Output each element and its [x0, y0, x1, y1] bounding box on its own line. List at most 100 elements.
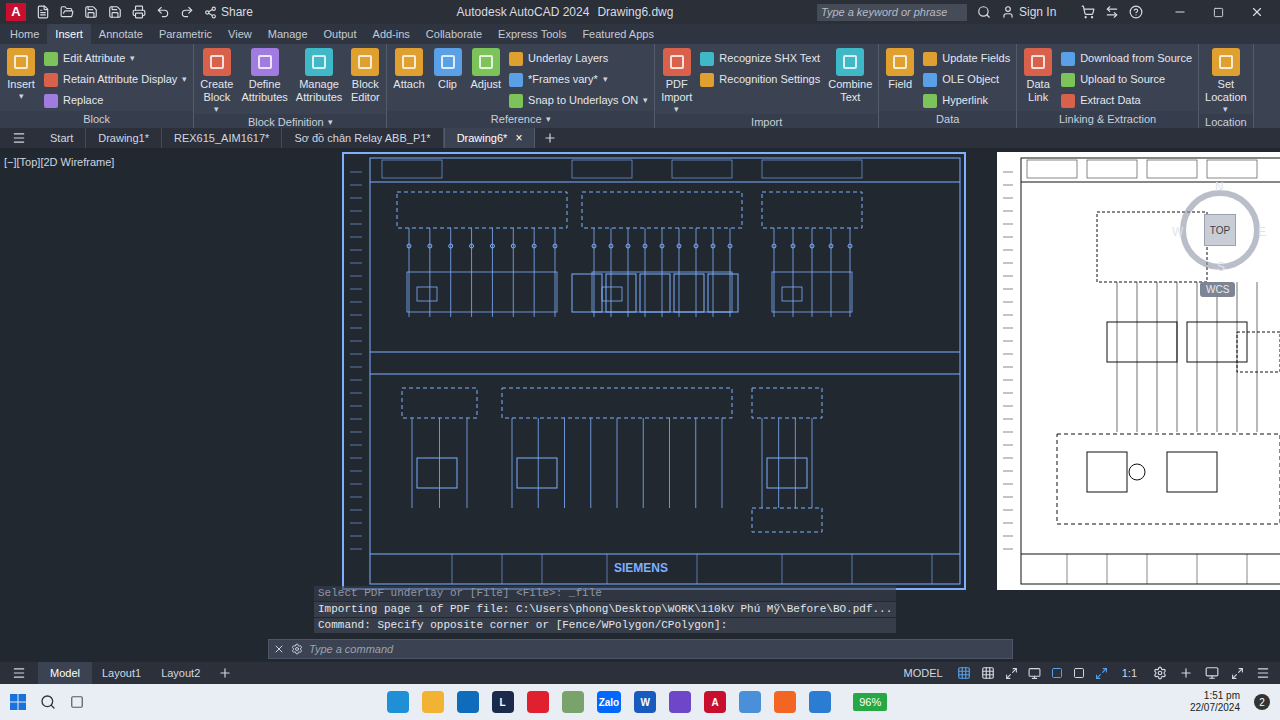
- minimize-icon[interactable]: [1173, 5, 1187, 19]
- ribbon-panel-label[interactable]: Import: [655, 114, 878, 128]
- ribbon-small-button[interactable]: Underlay Layers: [509, 48, 648, 69]
- ribbon-tab[interactable]: Output: [316, 24, 365, 44]
- taskbar-app[interactable]: [457, 691, 479, 713]
- ribbon-large-button[interactable]: CreateBlock▾: [196, 48, 237, 114]
- cart-icon[interactable]: [1081, 5, 1095, 19]
- file-tab[interactable]: Drawing6*×: [444, 128, 536, 148]
- drawing-viewport[interactable]: [−][Top][2D Wireframe]SIEMENSTOPNSEWWCSS…: [0, 148, 1280, 662]
- maximize-icon[interactable]: [1213, 7, 1224, 18]
- ribbon-panel-label[interactable]: Block: [0, 111, 193, 128]
- file-tab[interactable]: Start: [38, 128, 86, 148]
- taskbar-app[interactable]: W: [634, 691, 656, 713]
- ribbon-small-button[interactable]: Snap to Underlays ON▾: [509, 90, 648, 111]
- ortho-icon[interactable]: [1005, 667, 1018, 680]
- battery-indicator[interactable]: 96%: [853, 693, 887, 711]
- file-tabs-menu-icon[interactable]: [12, 131, 26, 145]
- redo-icon[interactable]: [180, 5, 194, 19]
- ribbon-panel-label[interactable]: Linking & Extraction: [1017, 111, 1198, 128]
- polar-icon[interactable]: [1028, 667, 1041, 680]
- ribbon-large-button[interactable]: PDFImport▾: [657, 48, 696, 114]
- grid-icon[interactable]: [957, 666, 971, 680]
- command-line[interactable]: Type a command: [268, 639, 1013, 659]
- selection-icon[interactable]: [1073, 667, 1085, 679]
- ribbon-tab[interactable]: Collaborate: [418, 24, 490, 44]
- ribbon-large-button[interactable]: Adjust: [467, 48, 506, 91]
- ribbon-tab[interactable]: Annotate: [91, 24, 151, 44]
- new-tab-icon[interactable]: [543, 131, 557, 145]
- ribbon-large-button[interactable]: DefineAttributes: [237, 48, 291, 104]
- ribbon-large-button[interactable]: Insert▾: [2, 48, 40, 101]
- ribbon-panel-label[interactable]: Data: [879, 111, 1016, 128]
- ribbon-large-button[interactable]: DataLink: [1019, 48, 1057, 104]
- ribbon-panel-label[interactable]: Reference▾: [387, 111, 654, 128]
- taskbar-app[interactable]: [562, 691, 584, 713]
- workspace-icon[interactable]: [1153, 666, 1167, 680]
- file-tab[interactable]: Drawing1*: [86, 128, 162, 148]
- ribbon-panel-label[interactable]: Location: [1199, 114, 1253, 128]
- ribbon-tab[interactable]: View: [220, 24, 260, 44]
- taskbar-app[interactable]: [422, 691, 444, 713]
- layout-tab[interactable]: Layout1: [92, 662, 151, 684]
- ribbon-large-button[interactable]: Attach: [389, 48, 428, 91]
- ribbon-large-button[interactable]: CombineText: [824, 48, 876, 104]
- ucs-menu[interactable]: WCS: [1200, 282, 1235, 297]
- file-tab[interactable]: Sơ đồ chân Relay ABB_P1*: [282, 128, 443, 148]
- hardware-icon[interactable]: [1205, 666, 1219, 680]
- taskbar-app[interactable]: A: [704, 691, 726, 713]
- ribbon-small-button[interactable]: Extract Data: [1061, 90, 1192, 111]
- customization-icon[interactable]: [1256, 666, 1270, 680]
- new-layout-icon[interactable]: [218, 666, 232, 680]
- ribbon-large-button[interactable]: BlockEditor: [346, 48, 384, 104]
- taskbar-app[interactable]: [809, 691, 831, 713]
- exchange-icon[interactable]: [1105, 5, 1119, 19]
- customize-icon[interactable]: [291, 643, 303, 655]
- annomonitor-icon[interactable]: [1179, 666, 1193, 680]
- ribbon-tab[interactable]: Express Tools: [490, 24, 574, 44]
- ribbon-tab[interactable]: Parametric: [151, 24, 220, 44]
- clock[interactable]: 1:51 pm22/07/2024: [1190, 690, 1240, 714]
- snap-icon[interactable]: [981, 666, 995, 680]
- task-view-icon[interactable]: [70, 695, 84, 709]
- ribbon-tab[interactable]: Featured Apps: [574, 24, 662, 44]
- ribbon-tab[interactable]: Home: [2, 24, 47, 44]
- taskbar-app[interactable]: Zalo: [597, 691, 622, 713]
- taskbar-search-icon[interactable]: [40, 694, 56, 710]
- taskbar-app[interactable]: [669, 691, 691, 713]
- ribbon-small-button[interactable]: Replace: [44, 90, 187, 111]
- cube-top-face[interactable]: TOP: [1204, 214, 1236, 246]
- taskbar-app[interactable]: [527, 691, 549, 713]
- ribbon-small-button[interactable]: Edit Attribute▾: [44, 48, 187, 69]
- close-command-icon[interactable]: [273, 643, 285, 655]
- notification-badge[interactable]: 2: [1254, 694, 1270, 710]
- ribbon-tab[interactable]: Add-ins: [365, 24, 418, 44]
- undo-icon[interactable]: [156, 5, 170, 19]
- new-icon[interactable]: [36, 5, 50, 19]
- help-icon[interactable]: [1129, 5, 1143, 19]
- sign-in-button[interactable]: Sign In: [1001, 3, 1071, 21]
- ribbon-panel-label[interactable]: Block Definition▾: [194, 114, 386, 128]
- clean-screen-icon[interactable]: [1231, 667, 1244, 680]
- search-icon[interactable]: [977, 5, 991, 19]
- ribbon-small-button[interactable]: Recognize SHX Text: [700, 48, 820, 69]
- share-button[interactable]: Share: [204, 3, 253, 21]
- close-icon[interactable]: [1250, 5, 1264, 19]
- windows-logo-icon[interactable]: [10, 694, 26, 710]
- viewcube[interactable]: TOPNSEWWCS: [1172, 178, 1268, 304]
- taskbar-app[interactable]: L: [492, 691, 514, 713]
- ribbon-large-button[interactable]: ManageAttributes: [292, 48, 346, 104]
- save-as-icon[interactable]: [108, 5, 122, 19]
- reference-drawing[interactable]: [997, 152, 1280, 590]
- ribbon-small-button[interactable]: OLE Object: [923, 69, 1010, 90]
- save-icon[interactable]: [84, 5, 98, 19]
- taskbar-app[interactable]: [387, 691, 409, 713]
- ribbon-small-button[interactable]: Download from Source: [1061, 48, 1192, 69]
- ribbon-large-button[interactable]: Field: [881, 48, 919, 91]
- ribbon-large-button[interactable]: SetLocation▾: [1201, 48, 1251, 114]
- ribbon-small-button[interactable]: Hyperlink: [923, 90, 1010, 111]
- open-icon[interactable]: [60, 5, 74, 19]
- layout-menu-icon[interactable]: [12, 666, 26, 680]
- file-tab[interactable]: REX615_AIM1617*: [162, 128, 282, 148]
- viewport-controls[interactable]: [−][Top][2D Wireframe]: [4, 154, 114, 171]
- model-space-toggle[interactable]: MODEL: [898, 665, 949, 682]
- layout-tab[interactable]: Layout2: [151, 662, 210, 684]
